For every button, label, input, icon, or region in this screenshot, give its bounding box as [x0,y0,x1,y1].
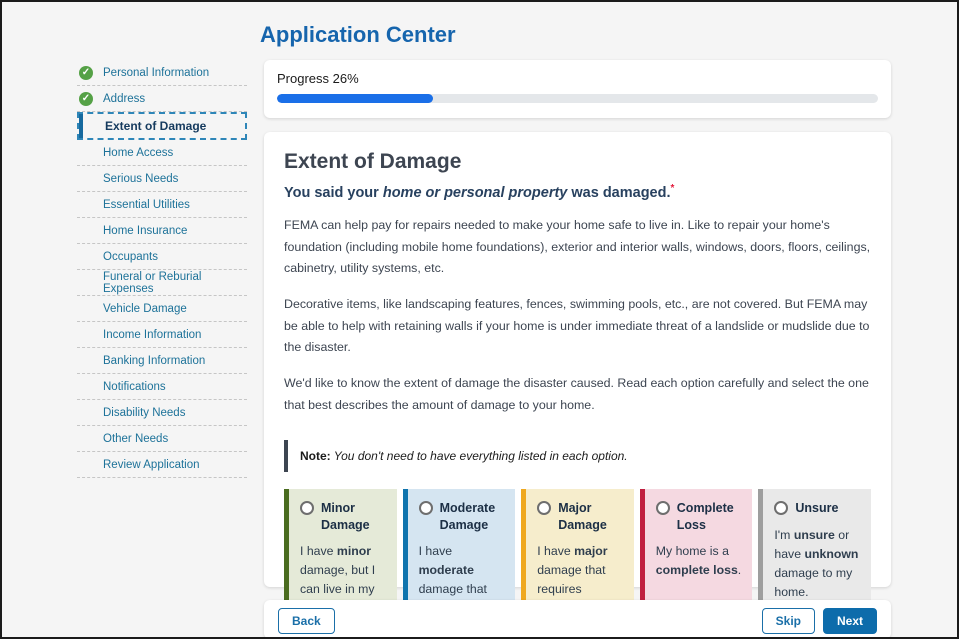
option-header: Major Damage [537,500,623,533]
sidebar-item-label: Banking Information [103,355,205,367]
sidebar-item-label: Personal Information [103,67,209,79]
sidebar-item-label: Home Access [103,147,173,159]
radio-button-icon[interactable] [419,501,433,515]
sidebar-item-funeral-or-reburial-expenses[interactable]: Funeral or Reburial Expenses [77,270,247,296]
progress-panel: Progress 26% [264,60,891,118]
option-description: My home is a complete loss. [656,542,742,580]
section-heading: Extent of Damage [284,150,871,174]
option-title: Major Damage [558,500,623,533]
page-title: Application Center [260,22,456,48]
next-button[interactable]: Next [823,608,877,634]
application-window: Application Center ✓ Personal Information… [0,0,959,639]
sidebar-item-label: Home Insurance [103,225,187,237]
sidebar-item-notifications[interactable]: Notifications [77,374,247,400]
sidebar-item-home-access[interactable]: Home Access [77,140,247,166]
sidebar-item-label: Funeral or Reburial Expenses [103,271,247,295]
option-title: Unsure [795,500,838,516]
option-header: Complete Loss [656,500,742,533]
sidebar-item-label: Essential Utilities [103,199,190,211]
subtitle-suffix: was damaged. [567,185,670,201]
sidebar-item-label: Disability Needs [103,407,185,419]
extent-of-damage-panel: Extent of Damage You said your home or p… [264,132,891,587]
option-title: Complete Loss [677,500,742,533]
sidebar-item-label: Review Application [103,459,200,471]
paragraph: Decorative items, like landscaping featu… [284,294,871,359]
sidebar-item-serious-needs[interactable]: Serious Needs [77,166,247,192]
sidebar-item-extent-of-damage[interactable]: Extent of Damage [77,112,247,140]
sidebar-item-essential-utilities[interactable]: Essential Utilities [77,192,247,218]
paragraph: FEMA can help pay for repairs needed to … [284,215,871,280]
sidebar-item-home-insurance[interactable]: Home Insurance [77,218,247,244]
sidebar-item-occupants[interactable]: Occupants [77,244,247,270]
radio-button-icon[interactable] [300,501,314,515]
option-description: I'm unsure or have unknown damage to my … [774,526,860,602]
note-text: You don't need to have everything listed… [331,449,628,463]
paragraph: We'd like to know the extent of damage t… [284,373,871,416]
option-title: Minor Damage [321,500,386,533]
sidebar-item-label: Vehicle Damage [103,303,187,315]
subtitle-italic: home or personal property [383,185,568,201]
option-header: Minor Damage [300,500,386,533]
progress-bar-track [277,94,878,103]
sidebar-nav: ✓ Personal Information ✓ Address Extent of D… [77,60,247,478]
sidebar-item-label: Other Needs [103,433,168,445]
sidebar-item-review-application[interactable]: Review Application [77,452,247,478]
note-label: Note: [300,449,331,463]
sidebar-item-label: Extent of Damage [105,119,206,133]
radio-button-icon[interactable] [656,501,670,515]
check-circle-icon: ✓ [79,92,93,106]
sidebar-item-other-needs[interactable]: Other Needs [77,426,247,452]
question-subtitle: You said your home or personal property … [284,183,871,201]
progress-label: Progress 26% [277,71,878,86]
option-title: Moderate Damage [440,500,505,533]
note-callout: Note: You don't need to have everything … [284,440,871,472]
sidebar-item-label: Occupants [103,251,158,263]
radio-button-icon[interactable] [537,501,551,515]
sidebar-item-label: Notifications [103,381,166,393]
sidebar-item-disability-needs[interactable]: Disability Needs [77,400,247,426]
progress-bar-fill [277,94,433,103]
sidebar-item-label: Serious Needs [103,173,178,185]
sidebar-item-vehicle-damage[interactable]: Vehicle Damage [77,296,247,322]
option-header: Unsure [774,500,860,516]
sidebar-item-label: Income Information [103,329,201,341]
check-circle-icon: ✓ [79,66,93,80]
sidebar-item-banking-information[interactable]: Banking Information [77,348,247,374]
footer-right-buttons: Skip Next [762,608,877,634]
required-asterisk: * [671,183,675,194]
skip-button[interactable]: Skip [762,608,815,634]
back-button[interactable]: Back [278,608,335,634]
sidebar-item-label: Address [103,93,145,105]
sidebar-item-personal-information[interactable]: ✓ Personal Information [77,60,247,86]
sidebar-item-income-information[interactable]: Income Information [77,322,247,348]
subtitle-prefix: You said your [284,185,383,201]
sidebar-item-address[interactable]: ✓ Address [77,86,247,112]
radio-button-icon[interactable] [774,501,788,515]
footer-actions: Back Skip Next [264,600,891,639]
option-header: Moderate Damage [419,500,505,533]
